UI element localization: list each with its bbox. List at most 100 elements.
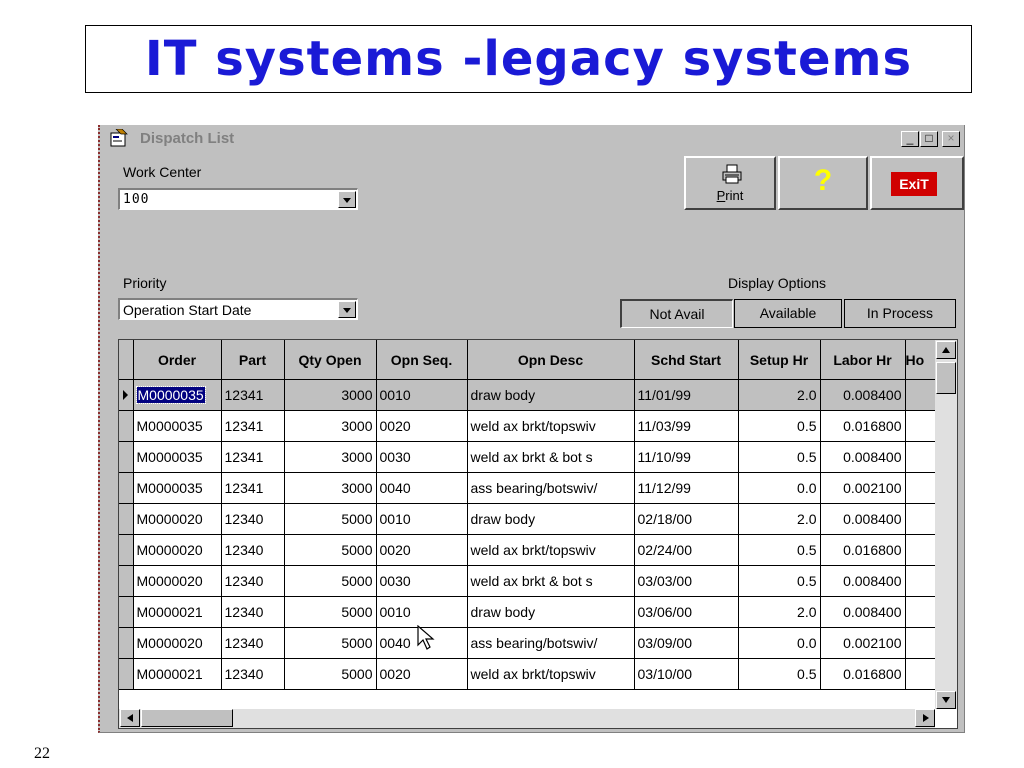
cell-labor-hr[interactable]: 0.016800: [820, 534, 906, 566]
cell-opn-desc[interactable]: weld ax brkt/topswiv: [467, 658, 635, 690]
row-selector[interactable]: [119, 472, 134, 504]
cell-setup-hr[interactable]: 0.5: [738, 534, 821, 566]
scroll-up-button[interactable]: [936, 341, 956, 359]
cell-opn-desc[interactable]: draw body: [467, 596, 635, 628]
cell-qty-open[interactable]: 5000: [284, 565, 377, 597]
cell-part[interactable]: 12340: [221, 534, 285, 566]
table-row[interactable]: M0000035 12341 3000 0010 draw body 11/01/99 2.…: [119, 379, 938, 411]
scroll-right-button[interactable]: [915, 709, 935, 727]
table-row[interactable]: M0000020 12340 5000 0020 weld ax brkt/topswi…: [119, 534, 938, 566]
cell-order[interactable]: M0000020: [133, 503, 222, 535]
cell-opn-seq[interactable]: 0010: [376, 596, 468, 628]
scroll-left-button[interactable]: [120, 709, 140, 727]
cell-setup-hr[interactable]: 0.5: [738, 565, 821, 597]
cell-labor-hr[interactable]: 0.008400: [820, 503, 906, 535]
horizontal-scroll-thumb[interactable]: [141, 709, 233, 727]
chevron-down-icon[interactable]: [338, 301, 356, 318]
cell-opn-seq[interactable]: 0030: [376, 565, 468, 597]
cell-schd-start[interactable]: 02/18/00: [634, 503, 739, 535]
cell-labor-hr[interactable]: 0.002100: [820, 472, 906, 504]
col-header-part[interactable]: Part: [221, 340, 285, 380]
cell-part[interactable]: 12340: [221, 627, 285, 659]
col-header-schd-start[interactable]: Schd Start: [634, 340, 739, 380]
row-selector[interactable]: [119, 565, 134, 597]
vertical-scroll-thumb[interactable]: [936, 362, 956, 394]
cell-ho[interactable]: [905, 472, 938, 504]
cell-ho[interactable]: [905, 503, 938, 535]
col-header-opn-desc[interactable]: Opn Desc: [467, 340, 635, 380]
table-row[interactable]: M0000035 12341 3000 0030 weld ax brkt & bot …: [119, 441, 938, 473]
window-titlebar[interactable]: Dispatch List _ □ ×: [100, 125, 964, 151]
cell-order[interactable]: M0000035: [133, 379, 222, 411]
cell-ho[interactable]: [905, 596, 938, 628]
cell-ho[interactable]: [905, 658, 938, 690]
cell-setup-hr[interactable]: 0.5: [738, 410, 821, 442]
cell-part[interactable]: 12341: [221, 441, 285, 473]
cell-opn-seq[interactable]: 0030: [376, 441, 468, 473]
table-row[interactable]: M0000020 12340 5000 0040 ass bearing/botswiv…: [119, 627, 938, 659]
help-button[interactable]: ?: [778, 156, 868, 210]
scroll-down-button[interactable]: [936, 691, 956, 709]
row-selector[interactable]: [119, 627, 134, 659]
cell-opn-seq[interactable]: 0020: [376, 534, 468, 566]
cell-part[interactable]: 12340: [221, 658, 285, 690]
cell-qty-open[interactable]: 3000: [284, 441, 377, 473]
cell-part[interactable]: 12341: [221, 410, 285, 442]
minimize-button[interactable]: _: [901, 131, 919, 147]
cell-schd-start[interactable]: 11/03/99: [634, 410, 739, 442]
cell-labor-hr[interactable]: 0.008400: [820, 379, 906, 411]
cell-schd-start[interactable]: 02/24/00: [634, 534, 739, 566]
cell-setup-hr[interactable]: 0.0: [738, 472, 821, 504]
not-avail-toggle[interactable]: Not Avail: [620, 299, 733, 328]
close-button[interactable]: ×: [942, 131, 960, 147]
maximize-button[interactable]: □: [920, 131, 938, 147]
cell-opn-desc[interactable]: draw body: [467, 503, 635, 535]
cell-order[interactable]: M0000021: [133, 658, 222, 690]
cell-ho[interactable]: [905, 410, 938, 442]
row-selector[interactable]: [119, 410, 134, 442]
cell-schd-start[interactable]: 03/09/00: [634, 627, 739, 659]
cell-labor-hr[interactable]: 0.016800: [820, 410, 906, 442]
cell-order[interactable]: M0000035: [133, 472, 222, 504]
cell-schd-start[interactable]: 03/06/00: [634, 596, 739, 628]
cell-labor-hr[interactable]: 0.008400: [820, 565, 906, 597]
cell-schd-start[interactable]: 11/10/99: [634, 441, 739, 473]
cell-setup-hr[interactable]: 2.0: [738, 379, 821, 411]
cell-opn-desc[interactable]: draw body: [467, 379, 635, 411]
col-header-ho[interactable]: Ho: [905, 340, 938, 380]
cell-qty-open[interactable]: 5000: [284, 503, 377, 535]
cell-opn-seq[interactable]: 0020: [376, 410, 468, 442]
cell-labor-hr[interactable]: 0.002100: [820, 627, 906, 659]
cell-opn-desc[interactable]: weld ax brkt & bot s: [467, 565, 635, 597]
cell-setup-hr[interactable]: 0.5: [738, 441, 821, 473]
cell-opn-seq[interactable]: 0020: [376, 658, 468, 690]
cell-opn-desc[interactable]: ass bearing/botswiv/: [467, 627, 635, 659]
cell-qty-open[interactable]: 5000: [284, 596, 377, 628]
cell-opn-desc[interactable]: weld ax brkt & bot s: [467, 441, 635, 473]
cell-qty-open[interactable]: 3000: [284, 379, 377, 411]
exit-button[interactable]: ExiT: [870, 156, 964, 210]
table-row[interactable]: M0000035 12341 3000 0040 ass bearing/botswiv…: [119, 472, 938, 504]
row-selector[interactable]: [119, 379, 134, 411]
col-header-labor-hr[interactable]: Labor Hr: [820, 340, 906, 380]
cell-setup-hr[interactable]: 0.5: [738, 658, 821, 690]
cell-part[interactable]: 12340: [221, 503, 285, 535]
cell-labor-hr[interactable]: 0.016800: [820, 658, 906, 690]
table-row[interactable]: M0000021 12340 5000 0010 draw body 03/06/00 2.…: [119, 596, 938, 628]
cell-part[interactable]: 12340: [221, 565, 285, 597]
chevron-down-icon[interactable]: [338, 191, 356, 208]
cell-ho[interactable]: [905, 441, 938, 473]
cell-part[interactable]: 12341: [221, 379, 285, 411]
horizontal-scrollbar[interactable]: [119, 709, 935, 728]
row-selector[interactable]: [119, 503, 134, 535]
row-selector[interactable]: [119, 658, 134, 690]
cell-part[interactable]: 12340: [221, 596, 285, 628]
cell-opn-seq[interactable]: 0040: [376, 472, 468, 504]
col-header-qty-open[interactable]: Qty Open: [284, 340, 377, 380]
cell-labor-hr[interactable]: 0.008400: [820, 441, 906, 473]
cell-opn-desc[interactable]: weld ax brkt/topswiv: [467, 534, 635, 566]
cell-part[interactable]: 12341: [221, 472, 285, 504]
cell-schd-start[interactable]: 03/10/00: [634, 658, 739, 690]
cell-opn-desc[interactable]: weld ax brkt/topswiv: [467, 410, 635, 442]
vertical-scrollbar[interactable]: [935, 340, 957, 710]
